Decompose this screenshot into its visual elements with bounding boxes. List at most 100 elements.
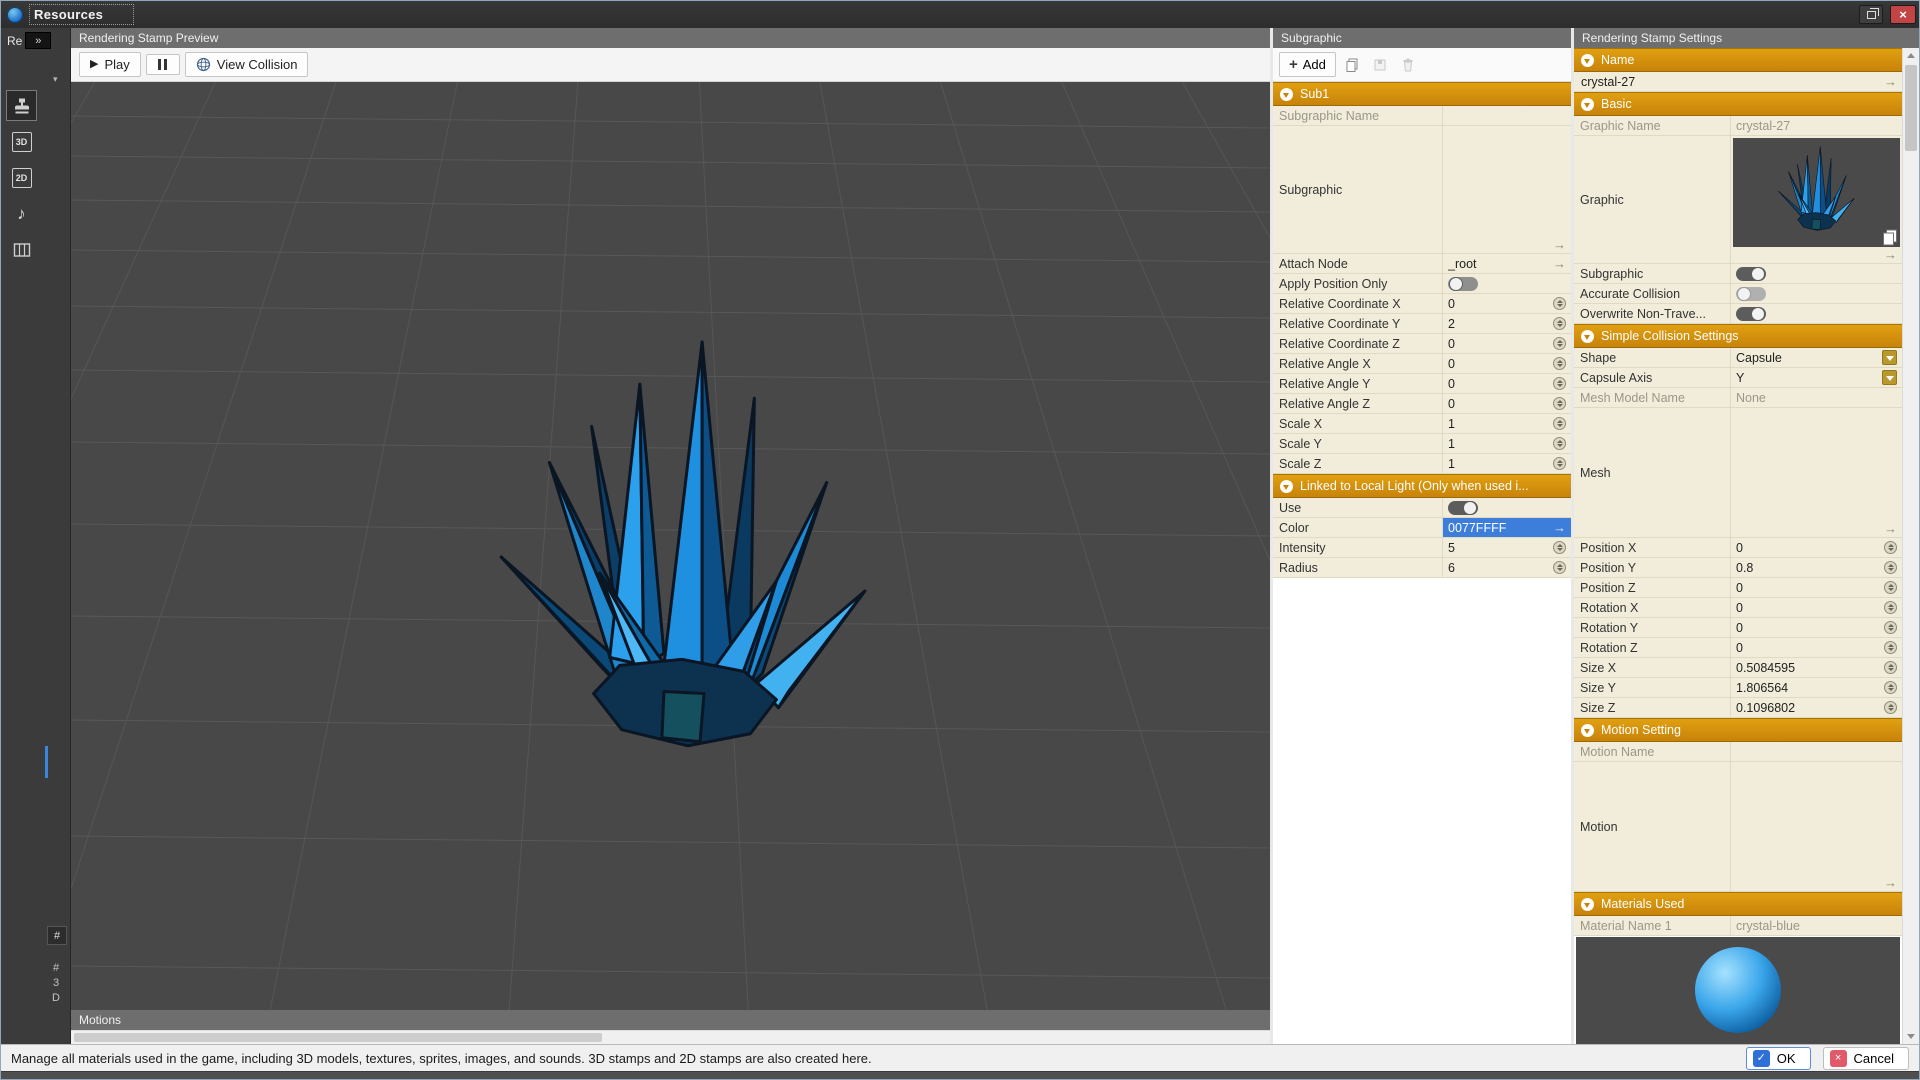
3d-viewport[interactable] xyxy=(71,82,1270,1010)
prop-value[interactable]: _root → xyxy=(1443,254,1571,273)
stepper-icon[interactable] xyxy=(1553,337,1566,350)
subgraphic-picker-value[interactable]: → xyxy=(1443,126,1571,253)
layers-icon[interactable] xyxy=(1879,226,1901,248)
stamp-name-value[interactable]: crystal-27 → xyxy=(1574,72,1902,91)
restore-window-button[interactable] xyxy=(1859,5,1883,24)
mesh-picker-value[interactable]: → xyxy=(1731,408,1902,537)
stepper-icon[interactable] xyxy=(1884,681,1897,694)
dropdown-chevron-icon[interactable] xyxy=(1882,370,1897,385)
tool-3d-stamps[interactable]: 3D xyxy=(6,126,37,157)
section-header-motion-setting[interactable]: Motion Setting xyxy=(1574,718,1902,742)
stepper-icon[interactable] xyxy=(1884,601,1897,614)
color-value-selected[interactable]: 0077FFFF → xyxy=(1443,518,1571,537)
splitter-arrow-icon[interactable]: ▾ xyxy=(53,74,58,85)
open-picker-arrow-icon[interactable]: → xyxy=(1884,876,1897,889)
stepper-icon[interactable] xyxy=(1884,541,1897,554)
delete-subgraphic-button[interactable] xyxy=(1396,53,1420,77)
prop-value[interactable]: 0 xyxy=(1731,538,1902,557)
open-picker-arrow-icon[interactable]: → xyxy=(1884,248,1897,261)
stepper-icon[interactable] xyxy=(1553,541,1566,554)
section-header-local-light[interactable]: Linked to Local Light (Only when used i.… xyxy=(1273,474,1571,498)
prop-value[interactable]: 1 xyxy=(1443,454,1571,473)
prop-value[interactable]: 0.1096802 xyxy=(1731,698,1902,717)
prop-value[interactable]: 5 xyxy=(1443,538,1571,557)
prop-value[interactable]: 0 xyxy=(1731,578,1902,597)
section-header-name[interactable]: Name xyxy=(1574,48,1902,72)
expand-panel-button[interactable]: » xyxy=(25,32,51,49)
add-subgraphic-button[interactable]: + Add xyxy=(1279,52,1336,77)
ok-button[interactable]: ✓ OK xyxy=(1746,1047,1811,1070)
section-header-sub1[interactable]: Sub1 xyxy=(1273,82,1571,106)
collapsed-tab-3d-label[interactable]: #3D xyxy=(50,962,62,1007)
section-header-simple-collision[interactable]: Simple Collision Settings xyxy=(1574,324,1902,348)
open-picker-arrow-icon[interactable]: → xyxy=(1553,238,1566,251)
shape-select[interactable]: Capsule xyxy=(1731,348,1902,367)
overwrite-non-traversable-toggle[interactable] xyxy=(1736,307,1766,321)
subgraphic-toggle[interactable] xyxy=(1736,267,1766,281)
stepper-icon[interactable] xyxy=(1884,661,1897,674)
pause-button[interactable] xyxy=(146,54,180,75)
prop-value[interactable]: 2 xyxy=(1443,314,1571,333)
open-color-picker-arrow-icon[interactable]: → xyxy=(1553,521,1566,534)
stepper-icon[interactable] xyxy=(1553,397,1566,410)
open-picker-arrow-icon[interactable]: → xyxy=(1884,522,1897,535)
capsule-axis-select[interactable]: Y xyxy=(1731,368,1902,387)
graphic-thumbnail[interactable] xyxy=(1733,138,1900,247)
settings-scrollbar[interactable] xyxy=(1902,48,1919,1044)
prop-value[interactable]: 0 xyxy=(1731,598,1902,617)
play-button[interactable]: ▶ Play xyxy=(79,52,141,77)
section-header-basic[interactable]: Basic xyxy=(1574,92,1902,116)
stepper-icon[interactable] xyxy=(1553,357,1566,370)
rename-arrow-icon[interactable]: → xyxy=(1884,75,1897,88)
paste-subgraphic-button[interactable] xyxy=(1368,53,1392,77)
section-header-materials-used[interactable]: Materials Used xyxy=(1574,892,1902,916)
prop-value[interactable]: 6 xyxy=(1443,558,1571,577)
tool-stamp-preview[interactable] xyxy=(6,90,37,121)
prop-value[interactable]: 0 xyxy=(1443,374,1571,393)
tool-sounds[interactable]: ♪ xyxy=(6,198,37,229)
prop-value[interactable]: 0 xyxy=(1443,334,1571,353)
close-button[interactable]: × xyxy=(1890,5,1916,24)
tool-2d-stamps[interactable]: 2D xyxy=(6,162,37,193)
accurate-collision-toggle[interactable] xyxy=(1736,287,1766,301)
window-resize-edge[interactable] xyxy=(1,1071,1919,1079)
stepper-icon[interactable] xyxy=(1884,701,1897,714)
prop-value[interactable]: 0 xyxy=(1443,394,1571,413)
scroll-down-arrow[interactable] xyxy=(1903,1029,1919,1044)
stepper-icon[interactable] xyxy=(1884,641,1897,654)
scroll-thumb[interactable] xyxy=(1905,65,1917,151)
prop-value[interactable]: 0 xyxy=(1731,638,1902,657)
prop-value[interactable]: 1 xyxy=(1443,434,1571,453)
stepper-icon[interactable] xyxy=(1553,457,1566,470)
view-collision-button[interactable]: View Collision xyxy=(185,52,309,77)
material-thumbnail[interactable] xyxy=(1576,937,1900,1044)
horizontal-scrollbar[interactable] xyxy=(71,1030,1270,1044)
open-picker-arrow-icon[interactable]: → xyxy=(1553,257,1566,270)
stepper-icon[interactable] xyxy=(1553,297,1566,310)
prop-value[interactable]: 0 xyxy=(1731,618,1902,637)
cancel-button[interactable]: × Cancel xyxy=(1823,1047,1909,1070)
prop-value[interactable]: 0 xyxy=(1443,354,1571,373)
graphic-picker-value[interactable]: → xyxy=(1731,136,1902,263)
prop-value[interactable]: 0 xyxy=(1443,294,1571,313)
horizontal-scroll-thumb[interactable] xyxy=(74,1033,602,1042)
stepper-icon[interactable] xyxy=(1553,317,1566,330)
scroll-up-arrow[interactable] xyxy=(1903,48,1919,63)
stepper-icon[interactable] xyxy=(1884,621,1897,634)
stepper-icon[interactable] xyxy=(1553,417,1566,430)
stepper-icon[interactable] xyxy=(1884,561,1897,574)
stepper-icon[interactable] xyxy=(1884,581,1897,594)
use-light-toggle[interactable] xyxy=(1448,501,1478,515)
collapsed-tab-hash[interactable]: # xyxy=(47,926,67,945)
prop-value[interactable]: 1.806564 xyxy=(1731,678,1902,697)
prop-value[interactable]: 0.8 xyxy=(1731,558,1902,577)
apply-position-only-toggle[interactable] xyxy=(1448,277,1478,291)
tool-movies[interactable] xyxy=(6,234,37,265)
stepper-icon[interactable] xyxy=(1553,437,1566,450)
motion-picker-value[interactable]: → xyxy=(1731,762,1902,891)
resources-collapsed-tab[interactable]: Re xyxy=(7,34,22,48)
prop-value[interactable]: 0.5084595 xyxy=(1731,658,1902,677)
dropdown-chevron-icon[interactable] xyxy=(1882,350,1897,365)
copy-subgraphic-button[interactable] xyxy=(1340,53,1364,77)
prop-value[interactable] xyxy=(1443,106,1571,125)
